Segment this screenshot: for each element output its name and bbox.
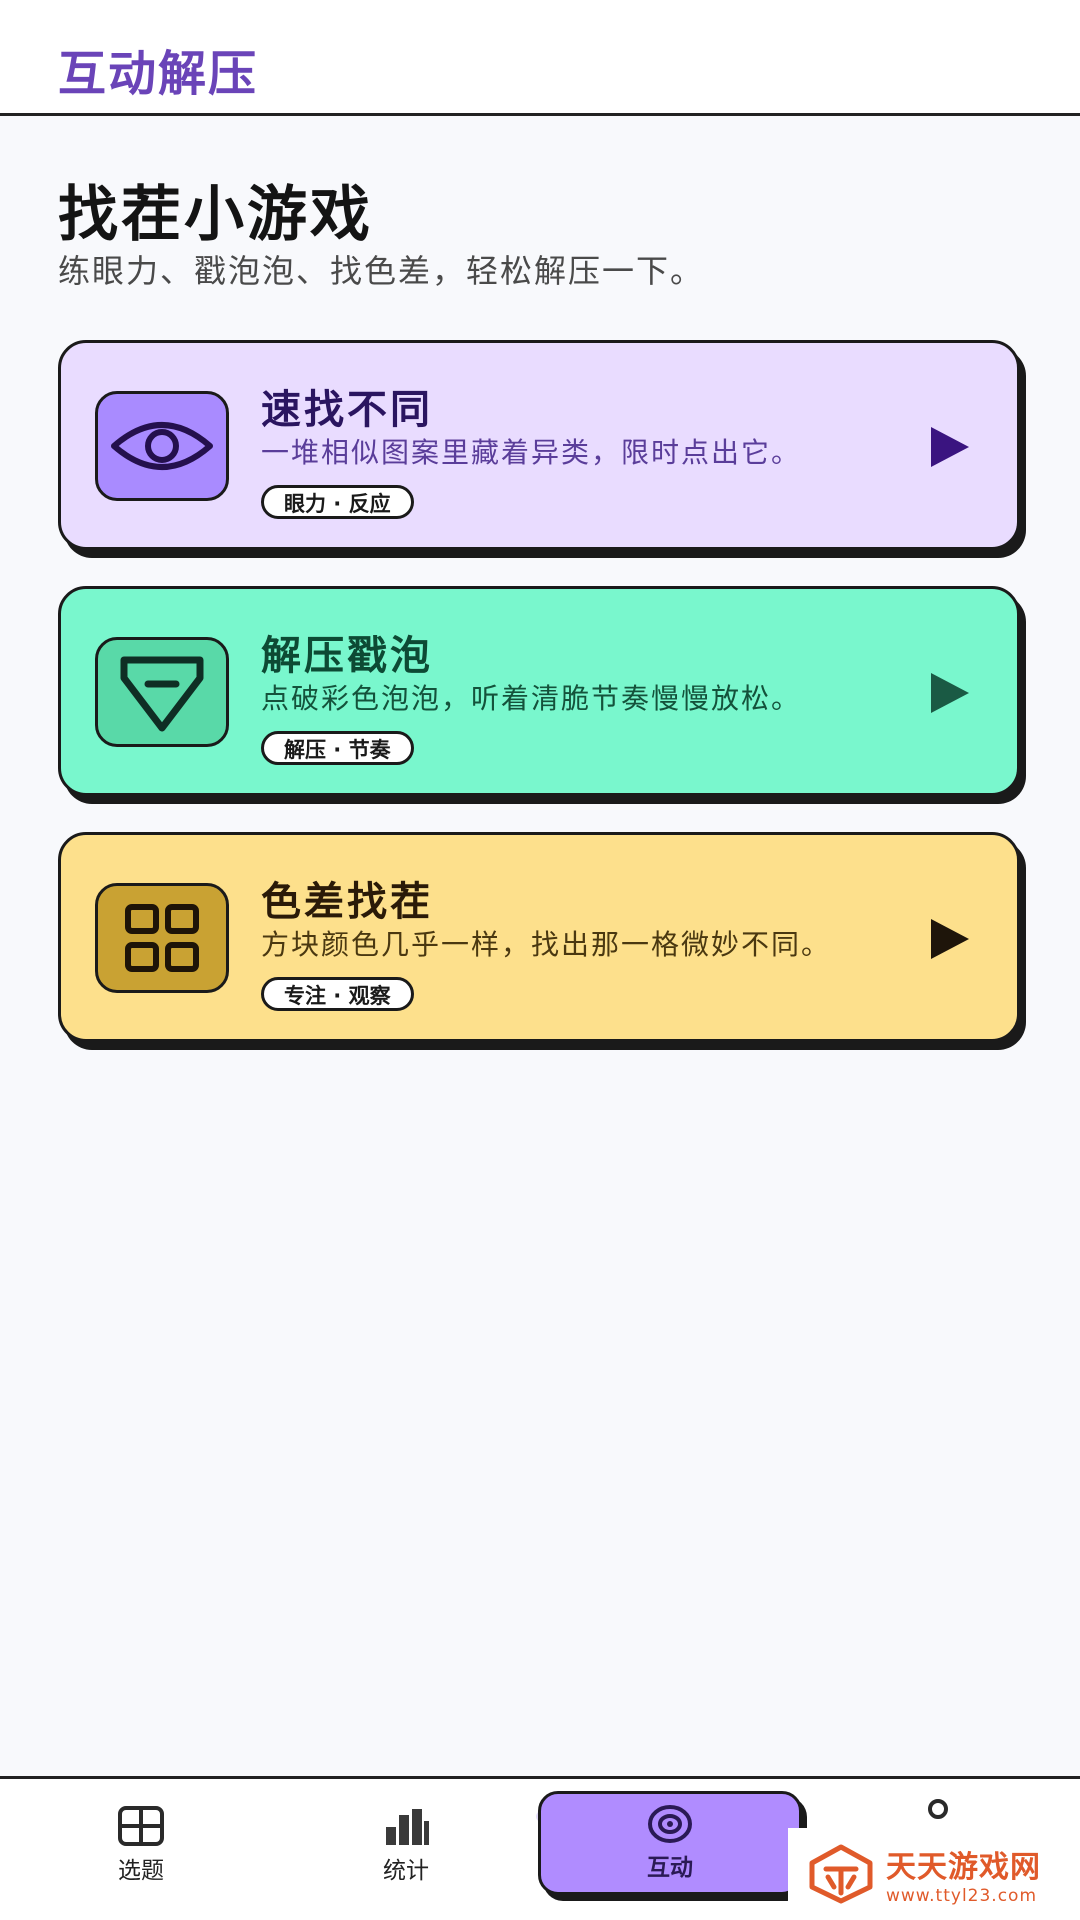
page-title: 找茬小游戏 xyxy=(58,180,373,250)
nav-label: 选题 xyxy=(118,1858,164,1884)
card-title: 速找不同 xyxy=(261,387,433,433)
nav-item-interactive-active[interactable]: 互动 xyxy=(538,1791,802,1895)
card-tag: 解压 · 节奏 xyxy=(261,731,414,765)
grid-icon xyxy=(125,904,199,972)
card-tag: 专注 · 观察 xyxy=(261,977,414,1011)
nav-label: 互动 xyxy=(647,1855,693,1881)
game-card-color-diff[interactable]: 色差找茬 方块颜色几乎一样，找出那一格微妙不同。 专注 · 观察 xyxy=(58,832,1020,1042)
user-icon xyxy=(928,1799,948,1819)
game-card-spot-difference[interactable]: 速找不同 一堆相似图案里藏着异类，限时点出它。 眼力 · 反应 xyxy=(58,340,1020,550)
play-button[interactable] xyxy=(925,423,973,471)
card-tag: 眼力 · 反应 xyxy=(261,485,414,519)
card-description: 点破彩色泡泡，听着清脆节奏慢慢放松。 xyxy=(261,682,802,715)
card-description: 一堆相似图案里藏着异类，限时点出它。 xyxy=(261,436,802,469)
diamond-icon xyxy=(120,656,204,732)
card-title: 解压戳泡 xyxy=(261,633,433,679)
nav-item-topics[interactable]: 选题 xyxy=(61,1805,221,1895)
nav-label: 统计 xyxy=(383,1858,429,1884)
watermark: 天天游戏网 www.ttyl23.com xyxy=(788,1828,1080,1920)
page-subtitle: 练眼力、戳泡泡、找色差，轻松解压一下。 xyxy=(58,252,705,290)
card-icon-box xyxy=(95,391,229,501)
card-icon-box xyxy=(95,883,229,993)
play-icon xyxy=(931,427,969,467)
nav-item-stats[interactable]: 统计 xyxy=(326,1805,486,1895)
bar-chart-icon xyxy=(386,1809,429,1845)
card-description: 方块颜色几乎一样，找出那一格微妙不同。 xyxy=(261,928,832,961)
play-icon xyxy=(931,919,969,959)
watermark-text: 天天游戏网 www.ttyl23.com xyxy=(886,1842,1041,1906)
eye-icon xyxy=(111,422,213,470)
grid-square-icon xyxy=(118,1806,164,1846)
watermark-logo-icon xyxy=(809,1844,873,1904)
app-title: 互动解压 xyxy=(58,46,259,102)
card-icon-box xyxy=(95,637,229,747)
game-card-bubble-pop[interactable]: 解压戳泡 点破彩色泡泡，听着清脆节奏慢慢放松。 解压 · 节奏 xyxy=(58,586,1020,796)
play-button[interactable] xyxy=(925,915,973,963)
play-icon xyxy=(931,673,969,713)
watermark-name: 天天游戏网 xyxy=(886,1850,1041,1885)
play-button[interactable] xyxy=(925,669,973,717)
watermark-url: www.ttyl23.com xyxy=(886,1886,1038,1906)
card-title: 色差找茬 xyxy=(261,879,433,925)
target-icon xyxy=(648,1805,692,1843)
top-app-bar: 互动解压 xyxy=(0,0,1080,116)
